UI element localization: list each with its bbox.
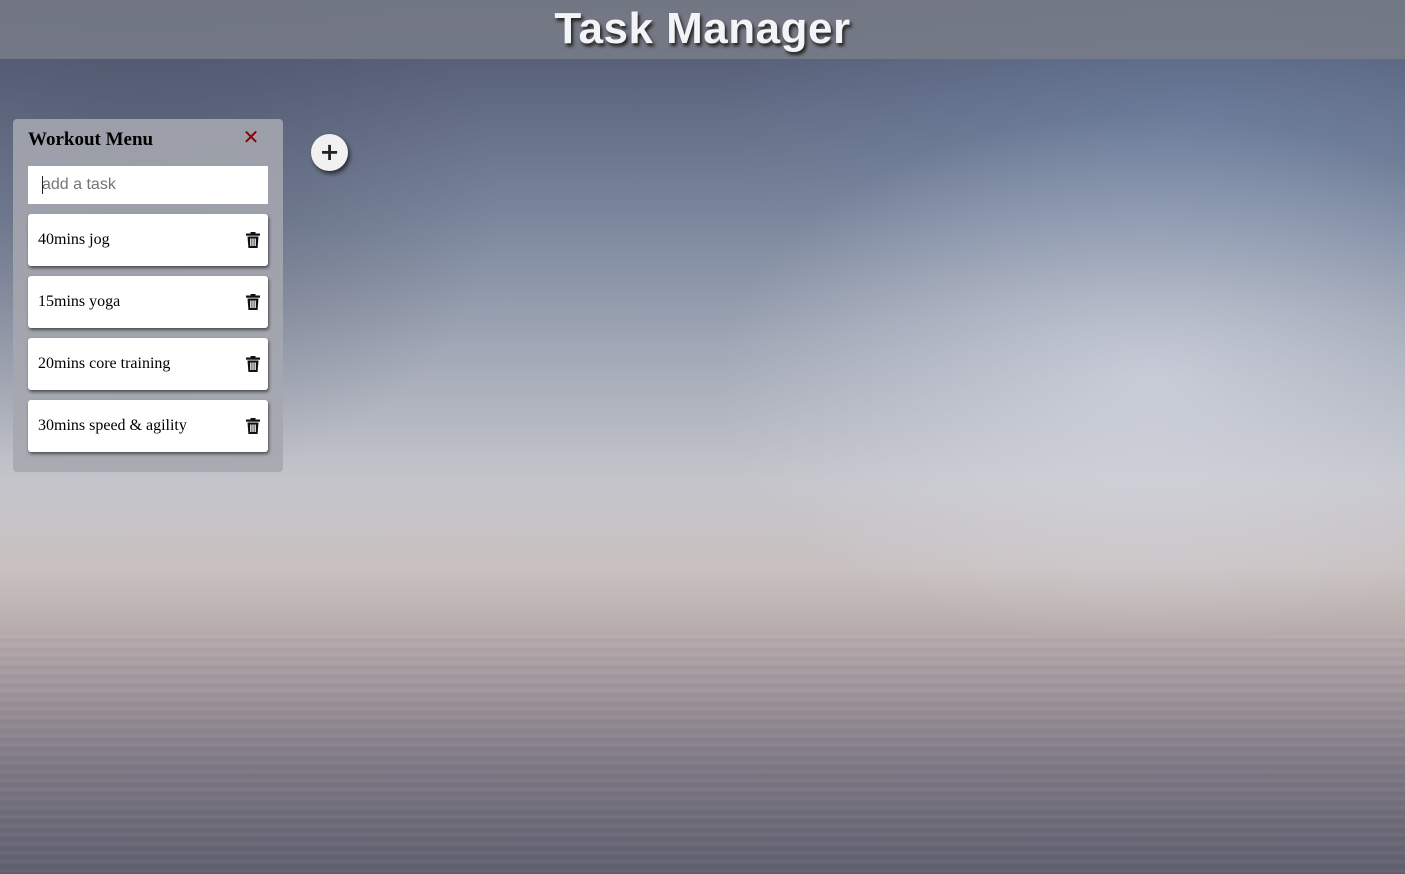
task-label: 20mins core training [38, 355, 171, 372]
task-card[interactable]: 30mins speed & agility [28, 400, 268, 452]
task-label: 40mins jog [38, 231, 110, 248]
trash-icon[interactable] [246, 418, 260, 434]
task-card[interactable]: 15mins yoga [28, 276, 268, 328]
trash-icon[interactable] [246, 294, 260, 310]
close-icon[interactable]: ✕ [241, 125, 261, 149]
trash-icon[interactable] [246, 232, 260, 248]
app-title: Task Manager [554, 3, 851, 53]
add-list-button[interactable]: + [311, 134, 348, 171]
task-card[interactable]: 20mins core training [28, 338, 268, 390]
text-caret [42, 176, 43, 194]
task-card[interactable]: 40mins jog [28, 214, 268, 266]
task-label: 30mins speed & agility [38, 417, 187, 434]
task-label: 15mins yoga [38, 293, 121, 310]
app-header: Task Manager [0, 0, 1405, 59]
task-list-panel: Workout Menu ✕ 40mins jog 15mins yoga 20… [13, 119, 283, 472]
list-title: Workout Menu [28, 129, 154, 150]
trash-icon[interactable] [246, 356, 260, 372]
plus-icon: + [319, 137, 340, 166]
add-task-input[interactable] [28, 166, 268, 204]
background-sea [0, 634, 1405, 874]
